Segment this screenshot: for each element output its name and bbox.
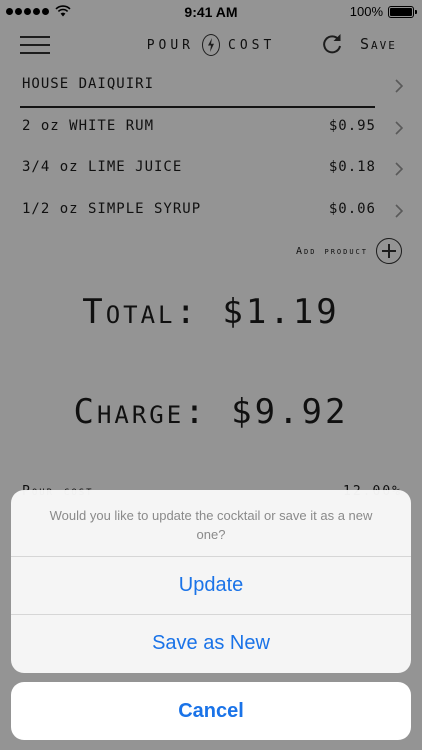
- action-sheet: Would you like to update the cocktail or…: [11, 490, 411, 673]
- update-button[interactable]: Update: [11, 556, 411, 614]
- action-sheet-message: Would you like to update the cocktail or…: [49, 508, 373, 542]
- cancel-button[interactable]: Cancel: [11, 682, 411, 740]
- save-as-new-button[interactable]: Save as New: [11, 614, 411, 672]
